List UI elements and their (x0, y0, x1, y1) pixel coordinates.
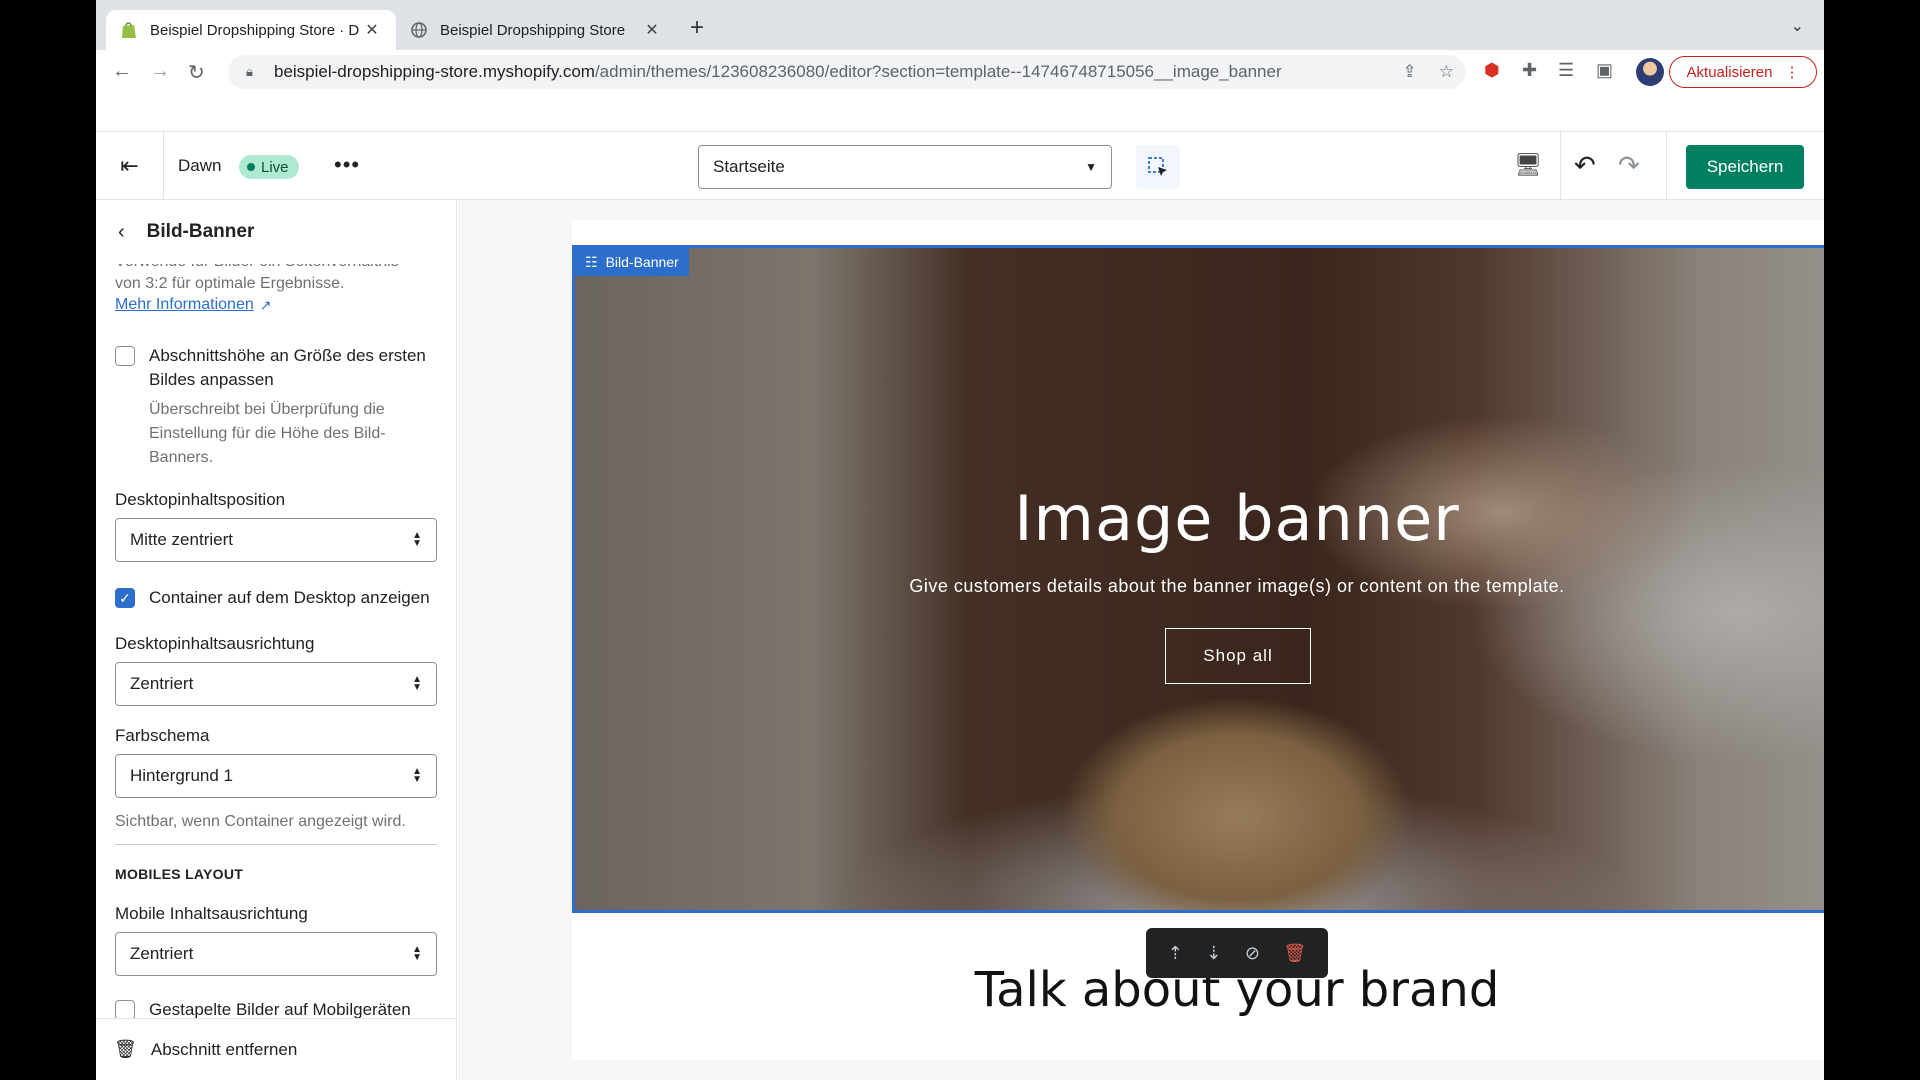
live-dot-icon (247, 163, 255, 171)
address-bar: ← → ↻ 🔒︎ beispiel-dropshipping-store.mys… (96, 50, 1824, 94)
shopify-icon (120, 21, 138, 39)
show-container-checkbox[interactable]: ✓ (115, 588, 135, 608)
close-tab-icon[interactable]: ✕ (362, 20, 382, 40)
update-label: Aktualisieren (1686, 63, 1773, 81)
shop-all-button[interactable]: Shop all (1165, 628, 1311, 684)
delete-trash-icon[interactable]: 🗑︎ (1283, 943, 1306, 964)
star-icon[interactable]: ☆ (1439, 62, 1454, 82)
lock-icon: 🔒︎ (246, 64, 253, 79)
color-scheme-select[interactable]: Hintergrund 1 ▲ ▼ (115, 754, 437, 798)
divider (1666, 132, 1667, 200)
hide-eye-icon[interactable]: ⊘ (1245, 943, 1260, 964)
tab-search-chevron-icon[interactable]: ⌄ (1791, 16, 1804, 36)
color-scheme-value: Hintergrund 1 (130, 766, 234, 785)
select-arrows-icon: ▲ ▼ (412, 766, 422, 785)
live-label: Live (261, 158, 289, 176)
redo-icon[interactable]: ↷ (1618, 150, 1640, 181)
divider (1560, 132, 1561, 200)
desktop-preview-icon[interactable]: 🖥︎ (1514, 152, 1542, 178)
exit-editor-icon[interactable]: ⇤ (96, 132, 164, 200)
adapt-height-help: Überschreibt bei Überprüfung die Einstel… (149, 401, 386, 466)
desktop-position-value: Mitte zentriert (130, 530, 233, 549)
color-scheme-help: Sichtbar, wenn Container angezeigt wird. (115, 813, 406, 830)
url-host: beispiel-dropshipping-store.myshopify.co… (274, 62, 595, 81)
kebab-menu-icon: ⋮ (1784, 64, 1800, 81)
move-down-icon[interactable]: ⇣ (1206, 943, 1221, 964)
desktop-position-select[interactable]: Mitte zentriert ▲ ▼ (115, 518, 437, 562)
more-info-link[interactable]: Mehr Informationen (115, 296, 254, 314)
reload-icon[interactable]: ↻ (188, 60, 205, 85)
aspect-help-text: von 3:2 für optimale Ergebnisse. (115, 275, 345, 292)
banner-content: Image banner Give customers details abou… (575, 248, 1824, 910)
new-tab-icon[interactable]: + (690, 14, 704, 42)
remove-section-label: Abschnitt entfernen (150, 1039, 298, 1059)
show-container-checkbox-row[interactable]: ✓ Container auf dem Desktop anzeigen (115, 586, 430, 610)
page-selector[interactable]: Startseite ▼ (698, 145, 1112, 189)
banner-text: Give customers details about the banner … (909, 576, 1565, 596)
undo-icon[interactable]: ↶ (1574, 150, 1596, 181)
share-icon[interactable]: ⇪ (1403, 62, 1417, 82)
tab-title: Beispiel Dropshipping Store (440, 21, 626, 39)
bookmarks-bar-area (96, 94, 1824, 132)
section-tag: ☷ Bild-Banner (575, 248, 689, 276)
stacked-images-checkbox[interactable] (115, 1000, 135, 1020)
tab-title: Beispiel Dropshipping Store · D (150, 21, 360, 39)
desktop-alignment-value: Zentriert (130, 674, 194, 693)
sidebar-title: Bild-Banner (146, 221, 255, 242)
back-arrow-icon[interactable]: ← (112, 60, 132, 83)
mobile-alignment-select[interactable]: Zentriert ▲ ▼ (115, 932, 437, 976)
update-button[interactable]: Aktualisieren ⋮ (1669, 56, 1817, 88)
profile-avatar[interactable] (1636, 58, 1664, 86)
adapt-height-label: Abschnittshöhe an Größe des ersten Bilde… (149, 346, 426, 389)
mobile-layout-heading: MOBILES LAYOUT (115, 866, 244, 882)
remove-section-button[interactable]: 🗑︎ Abschnitt entfernen (96, 1018, 456, 1080)
extensions-puzzle-icon[interactable]: ✚ (1522, 60, 1537, 81)
banner-title: Image banner (1014, 482, 1460, 555)
adapt-height-checkbox-row[interactable]: Abschnittshöhe an Größe des ersten Bilde… (115, 344, 437, 470)
section-divider (115, 844, 437, 845)
desktop-alignment-label: Desktopinhaltsausrichtung (115, 634, 315, 653)
settings-sidebar: ‹ Bild-Banner Verwende für Bilder ein Se… (96, 200, 457, 1080)
move-up-icon[interactable]: ⇡ (1168, 943, 1183, 964)
live-badge: Live (239, 155, 299, 179)
globe-icon (410, 21, 428, 39)
mobile-alignment-value: Zentriert (130, 944, 194, 963)
url-field[interactable]: 🔒︎ beispiel-dropshipping-store.myshopify… (228, 55, 1466, 89)
color-scheme-label: Farbschema (115, 726, 210, 745)
media-queue-icon[interactable]: ☰ (1558, 60, 1574, 81)
save-button[interactable]: Speichern (1686, 145, 1804, 189)
page-selector-value: Startseite (713, 157, 785, 176)
back-chevron-icon[interactable]: ‹ (118, 221, 125, 244)
desktop-alignment-select[interactable]: Zentriert ▲ ▼ (115, 662, 437, 706)
section-tag-label: Bild-Banner (605, 254, 679, 270)
select-arrows-icon: ▲ ▼ (412, 674, 422, 693)
show-container-label: Container auf dem Desktop anzeigen (149, 588, 430, 607)
forward-arrow-icon[interactable]: → (150, 60, 170, 83)
mobile-alignment-label: Mobile Inhaltsausrichtung (115, 904, 308, 923)
external-link-icon: ↗ (259, 296, 272, 313)
caret-down-icon: ▼ (1085, 160, 1097, 174)
adapt-height-checkbox[interactable] (115, 346, 135, 366)
close-tab-icon[interactable]: ✕ (642, 20, 662, 40)
tab-active[interactable]: Beispiel Dropshipping Store · D ✕ (106, 10, 396, 50)
section-list-icon: ☷ (585, 253, 598, 270)
editor-topbar: ⇤ Dawn Live ••• Startseite ▼ 🖥︎ ↶ ↷ Spei… (96, 132, 1824, 200)
sidebar-header-overlay: ‹ Bild-Banner (96, 200, 456, 264)
trash-icon: 🗑︎ (114, 1039, 137, 1059)
section-floating-toolbar: ⇡ ⇣ ⊘ 🗑︎ (1146, 928, 1328, 978)
side-panel-icon[interactable]: ▣ (1596, 60, 1613, 81)
tab-inactive[interactable]: Beispiel Dropshipping Store ✕ (396, 10, 676, 50)
browser-window: Beispiel Dropshipping Store · D ✕ Beispi… (96, 0, 1824, 1080)
theme-name: Dawn (178, 156, 222, 175)
image-banner-section[interactable]: ☷ Bild-Banner Image banner Give customer… (572, 245, 1824, 913)
inspector-icon[interactable] (1136, 145, 1180, 189)
select-arrows-icon: ▲ ▼ (412, 944, 422, 963)
tab-bar: Beispiel Dropshipping Store · D ✕ Beispi… (96, 0, 1824, 50)
url-path: /admin/themes/123608236080/editor?sectio… (594, 62, 1282, 81)
store-preview: ☷ Bild-Banner Image banner Give customer… (572, 220, 1824, 1060)
desktop-position-label: Desktopinhaltsposition (115, 490, 286, 509)
more-actions-icon[interactable]: ••• (334, 152, 360, 178)
select-arrows-icon: ▲ ▼ (412, 530, 422, 549)
adblock-extension-icon[interactable]: ⬢ (1484, 60, 1500, 81)
